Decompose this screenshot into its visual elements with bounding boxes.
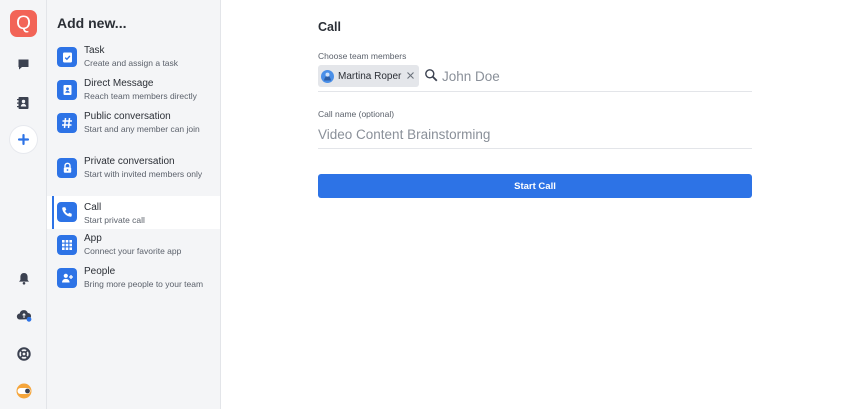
phone-icon bbox=[57, 202, 77, 222]
chip-name: Martina Roper bbox=[338, 70, 402, 82]
menu-item-subtitle: Connect your favorite app bbox=[84, 246, 182, 256]
menu-item-call[interactable]: Call Start private call bbox=[47, 196, 220, 229]
menu-item-subtitle: Start with invited members only bbox=[84, 169, 203, 179]
add-new-panel: Add new... Task Create and assign a task… bbox=[47, 0, 221, 409]
icon-rail: Q bbox=[0, 0, 47, 409]
apps-grid-icon bbox=[57, 235, 77, 255]
plus-icon[interactable] bbox=[10, 126, 37, 153]
call-name-field bbox=[318, 122, 752, 149]
member-avatar-icon bbox=[321, 69, 334, 83]
form-title: Call bbox=[318, 20, 341, 34]
menu-item-subtitle: Bring more people to your team bbox=[84, 279, 204, 289]
chat-icon[interactable] bbox=[12, 53, 35, 76]
menu-item-title: People bbox=[84, 266, 116, 277]
member-search-input[interactable] bbox=[442, 65, 742, 87]
member-chip: Martina Roper bbox=[318, 65, 419, 87]
panel-title: Add new... bbox=[57, 15, 127, 31]
menu-item-private-conversation[interactable]: Private conversation Start with invited … bbox=[47, 154, 220, 196]
help-lifebuoy-icon[interactable] bbox=[12, 342, 35, 365]
call-name-label: Call name (optional) bbox=[318, 109, 395, 119]
menu-item-subtitle: Reach team members directly bbox=[84, 91, 197, 101]
cloud-upload-icon[interactable] bbox=[12, 304, 35, 327]
add-person-icon bbox=[57, 268, 77, 288]
search-icon bbox=[425, 69, 438, 82]
menu-item-direct-message[interactable]: Direct Message Reach team members direct… bbox=[47, 76, 220, 106]
lock-icon bbox=[57, 158, 77, 178]
menu-item-task[interactable]: Task Create and assign a task bbox=[47, 43, 220, 73]
contact-card-icon bbox=[57, 80, 77, 100]
call-form-area: Call Choose team members Martina Roper C… bbox=[222, 0, 848, 409]
status-toggle-icon[interactable] bbox=[12, 379, 35, 402]
menu-item-title: Call bbox=[84, 202, 102, 213]
bell-icon[interactable] bbox=[12, 267, 35, 290]
menu-item-app[interactable]: App Connect your favorite app bbox=[47, 231, 220, 261]
menu-item-subtitle: Start private call bbox=[84, 215, 145, 225]
start-call-button[interactable]: Start Call bbox=[318, 174, 752, 198]
menu-item-subtitle: Create and assign a task bbox=[84, 58, 179, 68]
call-name-input[interactable] bbox=[318, 122, 752, 146]
menu-item-title: Task bbox=[84, 45, 105, 56]
menu-item-people[interactable]: People Bring more people to your team bbox=[47, 264, 220, 306]
menu-item-subtitle: Start and any member can join bbox=[84, 124, 200, 134]
members-field: Martina Roper bbox=[318, 65, 752, 92]
app-logo[interactable]: Q bbox=[10, 10, 37, 37]
remove-member-icon[interactable] bbox=[406, 71, 415, 80]
contacts-icon[interactable] bbox=[12, 91, 35, 114]
menu-item-title: Direct Message bbox=[84, 78, 154, 89]
menu-item-title: App bbox=[84, 233, 102, 244]
menu-item-title: Private conversation bbox=[84, 156, 175, 167]
menu-item-title: Public conversation bbox=[84, 111, 171, 122]
hashtag-icon bbox=[57, 113, 77, 133]
task-check-icon bbox=[57, 47, 77, 67]
menu-item-public-conversation[interactable]: Public conversation Start and any member… bbox=[47, 109, 220, 151]
members-label: Choose team members bbox=[318, 51, 407, 61]
